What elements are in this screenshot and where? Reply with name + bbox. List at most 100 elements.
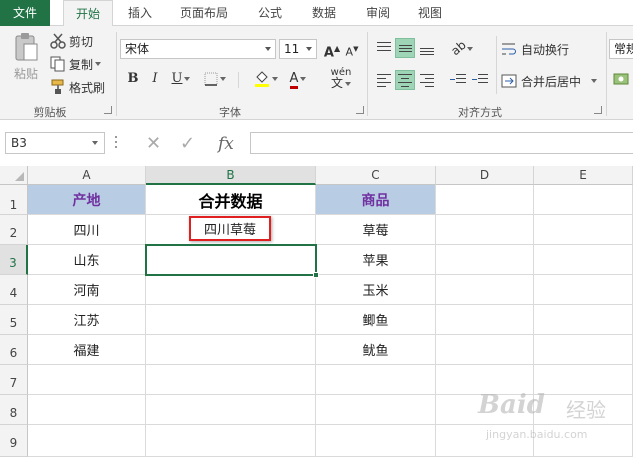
currency-format-button[interactable]: [612, 70, 630, 88]
cell-c7[interactable]: [316, 365, 436, 395]
row-header-5[interactable]: 5: [0, 305, 28, 335]
copy-button[interactable]: 复制: [50, 55, 102, 73]
align-center-button[interactable]: [395, 70, 415, 90]
formula-input[interactable]: [250, 132, 633, 154]
cell-b1[interactable]: 合并数据: [146, 185, 316, 215]
cell-c3[interactable]: 苹果: [316, 245, 436, 275]
cell-c4[interactable]: 玉米: [316, 275, 436, 305]
cell-c8[interactable]: [316, 395, 436, 425]
cell-e4[interactable]: [534, 275, 633, 305]
cell-b9[interactable]: [146, 425, 316, 457]
cell-a5[interactable]: 江苏: [28, 305, 146, 335]
cell-c6[interactable]: 鱿鱼: [316, 335, 436, 365]
cell-d5[interactable]: [436, 305, 534, 335]
cell-d4[interactable]: [436, 275, 534, 305]
shrink-font-button[interactable]: A▼: [343, 40, 361, 59]
cell-e6[interactable]: [534, 335, 633, 365]
cell-c9[interactable]: [316, 425, 436, 457]
tab-file[interactable]: 文件: [0, 0, 50, 26]
cell-a2[interactable]: 四川: [28, 215, 146, 245]
tab-formulas[interactable]: 公式: [248, 0, 292, 26]
select-all-button[interactable]: [0, 166, 28, 185]
bold-button[interactable]: B: [124, 70, 142, 88]
cell-a8[interactable]: [28, 395, 146, 425]
resize-handle[interactable]: [115, 136, 118, 150]
grow-font-button[interactable]: A▲: [323, 40, 341, 60]
top-align-button[interactable]: [374, 38, 394, 58]
clipboard-launcher-icon[interactable]: [104, 106, 112, 114]
align-right-button[interactable]: [417, 70, 437, 90]
cell-a7[interactable]: [28, 365, 146, 395]
number-format-select[interactable]: 常规: [609, 39, 633, 59]
cell-b4[interactable]: [146, 275, 316, 305]
borders-button[interactable]: [198, 70, 232, 88]
cell-c2[interactable]: 草莓: [316, 215, 436, 245]
row-header-2[interactable]: 2: [0, 215, 28, 245]
cell-d2[interactable]: [436, 215, 534, 245]
tab-view[interactable]: 视图: [408, 0, 452, 26]
font-launcher-icon[interactable]: [356, 106, 364, 114]
cell-e2[interactable]: [534, 215, 633, 245]
cell-e3[interactable]: [534, 245, 633, 275]
tab-data[interactable]: 数据: [302, 0, 346, 26]
column-header-c[interactable]: C: [316, 166, 436, 185]
tab-home[interactable]: 开始: [63, 0, 113, 27]
cell-a1[interactable]: 产地: [28, 185, 146, 215]
cell-d3[interactable]: [436, 245, 534, 275]
cell-b6[interactable]: [146, 335, 316, 365]
cell-b7[interactable]: [146, 365, 316, 395]
decrease-indent-button[interactable]: [448, 70, 468, 90]
format-painter-button[interactable]: 格式刷: [50, 78, 105, 96]
insert-function-button[interactable]: fx: [218, 133, 234, 155]
row-header-3[interactable]: 3: [0, 245, 28, 275]
cut-button[interactable]: 剪切: [50, 32, 93, 50]
cell-d6[interactable]: [436, 335, 534, 365]
cell-c5[interactable]: 鲫鱼: [316, 305, 436, 335]
cancel-icon[interactable]: ✕: [146, 133, 161, 155]
active-cell-selection[interactable]: [145, 244, 319, 278]
row-header-6[interactable]: 6: [0, 335, 28, 365]
row-header-9[interactable]: 9: [0, 425, 28, 457]
cell-a3[interactable]: 山东: [28, 245, 146, 275]
tab-review[interactable]: 审阅: [356, 0, 400, 26]
merge-center-button[interactable]: 合并后居中: [501, 72, 598, 90]
row-header-8[interactable]: 8: [0, 395, 28, 425]
cell-b8[interactable]: [146, 395, 316, 425]
cell-e5[interactable]: [534, 305, 633, 335]
enter-icon[interactable]: ✓: [180, 133, 195, 155]
alignment-launcher-icon[interactable]: [594, 106, 602, 114]
middle-align-button[interactable]: [395, 38, 415, 58]
fill-color-button[interactable]: [252, 70, 280, 88]
font-color-button[interactable]: A: [284, 70, 312, 89]
row-header-4[interactable]: 4: [0, 275, 28, 305]
chevron-down-icon: [272, 77, 278, 81]
orientation-button[interactable]: ab: [447, 38, 477, 58]
bottom-align-button[interactable]: [417, 38, 437, 58]
cell-b5[interactable]: [146, 305, 316, 335]
cell-a4[interactable]: 河南: [28, 275, 146, 305]
underline-button[interactable]: U: [168, 70, 194, 88]
align-left-button[interactable]: [374, 70, 394, 90]
cell-d1[interactable]: [436, 185, 534, 215]
name-box[interactable]: B3: [5, 132, 105, 154]
phonetic-button[interactable]: wén 文: [326, 68, 356, 90]
cell-c1[interactable]: 商品: [316, 185, 436, 215]
increase-indent-button[interactable]: [470, 70, 490, 90]
tab-page-layout[interactable]: 页面布局: [170, 0, 238, 26]
column-header-e[interactable]: E: [534, 166, 633, 185]
cell-a6[interactable]: 福建: [28, 335, 146, 365]
cell-e1[interactable]: [534, 185, 633, 215]
cell-a9[interactable]: [28, 425, 146, 457]
tab-insert[interactable]: 插入: [118, 0, 162, 26]
paste-button[interactable]: 粘贴: [8, 32, 44, 92]
wrap-text-button[interactable]: 自动换行: [501, 40, 569, 58]
font-name-select[interactable]: 宋体: [120, 39, 276, 59]
fill-handle[interactable]: [313, 272, 319, 278]
row-header-1[interactable]: 1: [0, 185, 28, 215]
column-header-a[interactable]: A: [28, 166, 146, 185]
column-header-b[interactable]: B: [146, 166, 316, 185]
italic-button[interactable]: I: [146, 70, 164, 88]
font-size-select[interactable]: 11: [279, 39, 317, 59]
row-header-7[interactable]: 7: [0, 365, 28, 395]
column-header-d[interactable]: D: [436, 166, 534, 185]
